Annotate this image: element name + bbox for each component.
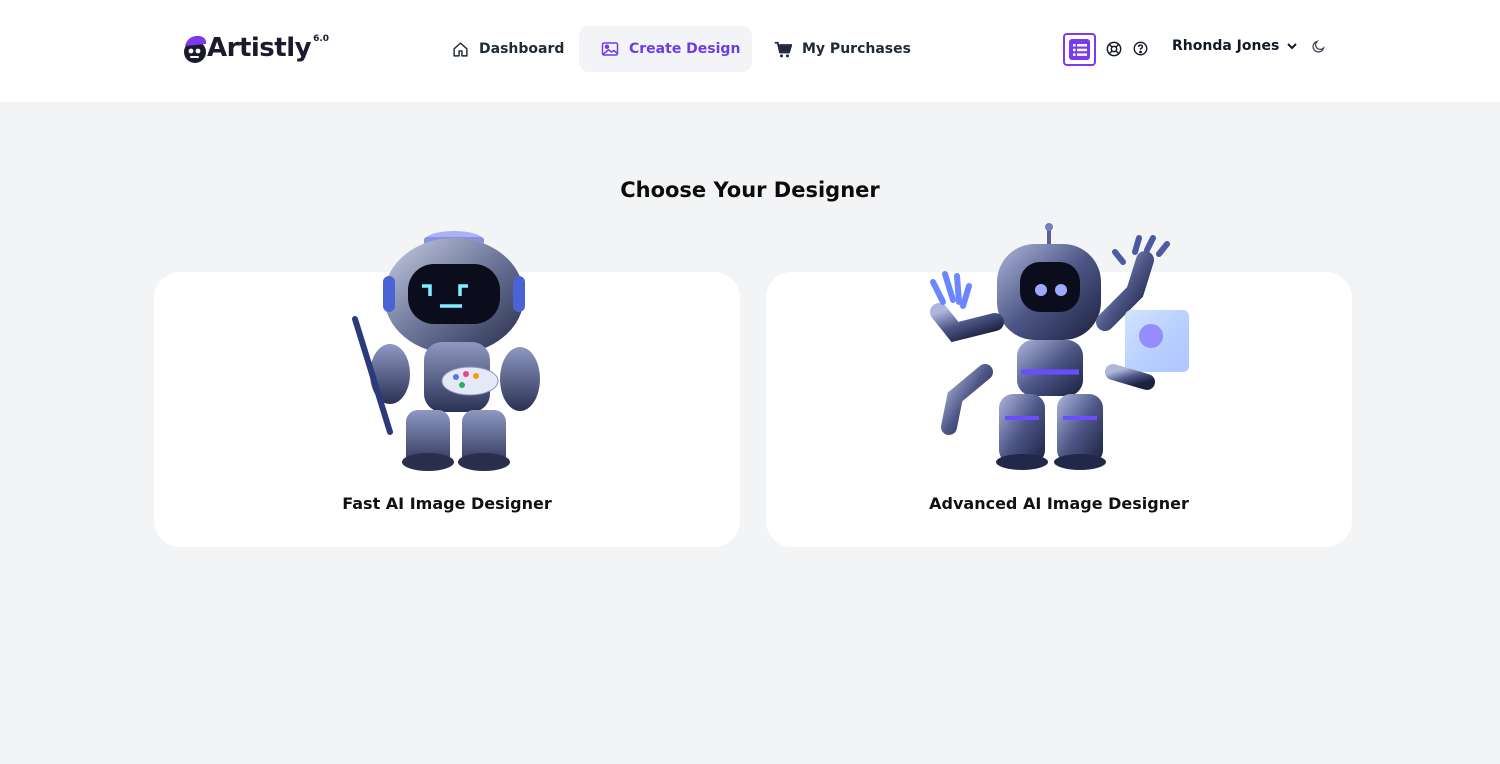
list-view-button[interactable] bbox=[1063, 33, 1096, 66]
nav-dashboard[interactable]: Dashboard bbox=[452, 26, 572, 72]
nav-create-design-label: Create Design bbox=[629, 41, 741, 57]
cart-icon bbox=[774, 41, 792, 57]
brand-version: 6.0 bbox=[313, 34, 330, 44]
list-icon bbox=[1072, 43, 1087, 56]
advanced-designer-label: Advanced AI Image Designer bbox=[929, 494, 1189, 513]
page-title: Choose Your Designer bbox=[620, 178, 880, 202]
image-icon bbox=[601, 42, 619, 56]
help-icon[interactable] bbox=[1133, 41, 1148, 56]
user-menu[interactable]: Rhonda Jones bbox=[1172, 38, 1298, 54]
robot-painter-illustration bbox=[352, 231, 540, 471]
moon-icon[interactable] bbox=[1311, 39, 1326, 54]
brand-name: Artistly bbox=[207, 33, 312, 63]
top-navbar: Artistly 6.0 Dashboard Create Design My … bbox=[0, 0, 1500, 102]
chevron-down-icon bbox=[1287, 42, 1298, 49]
robot-advanced-illustration bbox=[930, 223, 1189, 470]
brand-logo[interactable]: Artistly 6.0 bbox=[182, 28, 329, 68]
nav-create-design[interactable]: Create Design bbox=[579, 26, 752, 72]
fast-designer-label: Fast AI Image Designer bbox=[342, 494, 552, 513]
user-name: Rhonda Jones bbox=[1172, 38, 1280, 54]
support-icon[interactable] bbox=[1106, 41, 1122, 57]
nav-dashboard-label: Dashboard bbox=[479, 41, 565, 57]
logo-icon bbox=[184, 35, 207, 63]
nav-my-purchases[interactable]: My Purchases bbox=[774, 26, 924, 72]
home-icon bbox=[453, 41, 468, 57]
nav-my-purchases-label: My Purchases bbox=[802, 41, 911, 57]
